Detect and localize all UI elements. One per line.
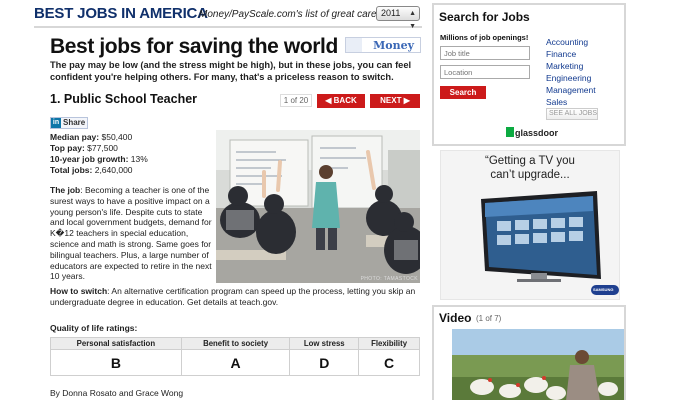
ratings-table: Personal satisfaction Benefit to society…: [50, 337, 420, 376]
tv-illustration: [481, 191, 619, 295]
classroom-illustration: [216, 130, 420, 283]
job-search-subtitle: Millions of job openings!: [440, 33, 529, 42]
job-search-title: Search for Jobs: [439, 10, 530, 24]
job-search-widget: Search for Jobs Millions of job openings…: [432, 3, 626, 146]
money-logo[interactable]: Money: [345, 37, 421, 53]
rating-grade: A: [180, 349, 291, 376]
back-arrow-icon: ◀: [325, 96, 332, 105]
next-label: NEXT: [380, 96, 402, 105]
rating-header: Benefit to society: [180, 337, 291, 350]
logo-shade: [346, 38, 362, 52]
page-title: Best jobs for saving the world: [50, 35, 338, 58]
gallery-count: 1 of 20: [280, 94, 312, 107]
section-title[interactable]: BEST JOBS IN AMERICA: [34, 5, 208, 22]
rating-grade: C: [358, 349, 420, 376]
section-subtitle: Money/PayScale.com's list of great caree…: [199, 9, 391, 20]
updown-arrows-icon: ▲ ▼: [409, 10, 416, 30]
year-select[interactable]: 2011 ▲ ▼: [376, 6, 420, 30]
linkedin-icon: in: [51, 118, 61, 128]
category-link-marketing[interactable]: Marketing: [546, 60, 596, 72]
money-logo-text: Money: [373, 39, 414, 52]
rating-header: Flexibility: [358, 337, 420, 350]
video-count: (1 of 7): [476, 314, 502, 323]
back-button[interactable]: ◀ BACK: [317, 94, 365, 108]
stat-total-jobs: Total jobs: 2,640,000: [50, 165, 133, 175]
video-thumbnail[interactable]: [452, 329, 624, 400]
category-link-finance[interactable]: Finance: [546, 48, 596, 60]
job-title: 1. Public School Teacher: [50, 92, 198, 106]
byline: By Donna Rosato and Grace Wong: [50, 388, 184, 398]
rating-header: Low stress: [289, 337, 360, 350]
job-description: The job: Becoming a teacher is one of th…: [50, 185, 213, 282]
back-label: BACK: [333, 96, 357, 105]
classroom-photo: PHOTO: TAMASTOCK: [216, 130, 420, 283]
location-input[interactable]: [440, 65, 530, 79]
stat-top-pay: Top pay: $77,500: [50, 143, 118, 153]
share-label: Share: [63, 118, 86, 127]
category-link-engineering[interactable]: Engineering: [546, 72, 596, 84]
glassdoor-icon: [506, 127, 514, 137]
video-still: [452, 329, 624, 400]
job-title-input[interactable]: [440, 46, 530, 60]
photo-credit: PHOTO: TAMASTOCK: [360, 276, 418, 282]
samsung-tv-ad[interactable]: “Getting a TV you can’t upgrade... SAMSU…: [440, 150, 620, 300]
search-button[interactable]: Search: [440, 86, 486, 99]
category-link-accounting[interactable]: Accounting: [546, 36, 596, 48]
rating-grade: D: [289, 349, 360, 376]
next-button[interactable]: NEXT ▶: [370, 94, 420, 108]
stat-median-pay: Median pay: $50,400: [50, 132, 133, 142]
see-all-jobs-button[interactable]: SEE ALL JOBS: [546, 108, 598, 120]
job-categories: Accounting Finance Marketing Engineering…: [546, 36, 596, 108]
ad-brand: SAMSUNG: [593, 287, 614, 292]
next-arrow-icon: ▶: [403, 96, 410, 105]
article-intro: The pay may be low (and the stress might…: [50, 60, 412, 82]
quality-of-life-title: Quality of life ratings:: [50, 323, 138, 333]
job-label: The job: [50, 185, 81, 195]
year-select-value: 2011: [381, 8, 401, 18]
video-widget: Video (1 of 7): [432, 305, 626, 400]
glassdoor-logo[interactable]: glassdoor: [506, 127, 558, 138]
category-link-sales[interactable]: Sales: [546, 96, 596, 108]
linkedin-share-button[interactable]: in Share: [50, 117, 88, 129]
category-link-management[interactable]: Management: [546, 84, 596, 96]
how-to-switch: How to switch: An alternative certificat…: [50, 286, 420, 308]
video-title: Video: [439, 311, 472, 325]
job-text: : Becoming a teacher is one of the sures…: [50, 185, 212, 282]
rating-grade: B: [50, 349, 182, 376]
rating-header: Personal satisfaction: [50, 337, 182, 350]
glassdoor-label: glassdoor: [515, 128, 559, 138]
stat-job-growth: 10-year job growth: 13%: [50, 154, 148, 164]
ratings-grade-row: B A D C: [50, 349, 420, 376]
job-stats: Median pay: $50,400 Top pay: $77,500 10-…: [50, 132, 210, 176]
section-header: BEST JOBS IN AMERICA Money/PayScale.com'…: [34, 0, 422, 30]
ratings-header-row: Personal satisfaction Benefit to society…: [50, 337, 420, 350]
howto-label: How to switch: [50, 286, 108, 296]
